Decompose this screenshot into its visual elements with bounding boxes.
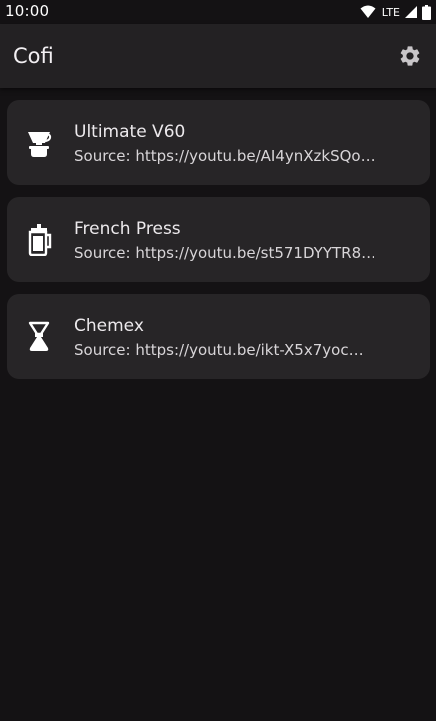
recipe-source: Source: https://youtu.be/st571DYYTR8… (74, 244, 374, 262)
network-type-label: LTE (381, 5, 400, 19)
recipe-title: Ultimate V60 (74, 122, 186, 142)
status-bar: 10:00 LTE (0, 0, 436, 24)
recipe-list: Ultimate V60 Source: https://youtu.be/AI… (7, 100, 430, 391)
recipe-card-ultimate-v60[interactable]: Ultimate V60 Source: https://youtu.be/AI… (7, 100, 430, 185)
chemex-icon (24, 321, 54, 353)
cell-signal-icon (405, 6, 417, 18)
battery-icon (422, 4, 431, 20)
recipe-source: Source: https://youtu.be/AI4ynXzkSQo… (74, 147, 374, 165)
wifi-icon (360, 5, 376, 18)
recipe-title: Chemex (74, 316, 144, 336)
recipe-card-french-press[interactable]: French Press Source: https://youtu.be/st… (7, 197, 430, 282)
recipe-card-chemex[interactable]: Chemex Source: https://youtu.be/ikt-X5x7… (7, 294, 430, 379)
recipe-title: French Press (74, 219, 181, 239)
gear-icon (400, 46, 420, 66)
v60-dripper-icon (24, 127, 54, 159)
settings-button[interactable] (396, 42, 424, 70)
status-icons: LTE (360, 3, 431, 21)
french-press-icon (24, 224, 54, 256)
app-title: Cofi (13, 44, 54, 68)
recipe-source: Source: https://youtu.be/ikt-X5x7yoc… (74, 341, 364, 359)
app-bar: Cofi (0, 24, 436, 88)
status-time: 10:00 (5, 2, 50, 20)
